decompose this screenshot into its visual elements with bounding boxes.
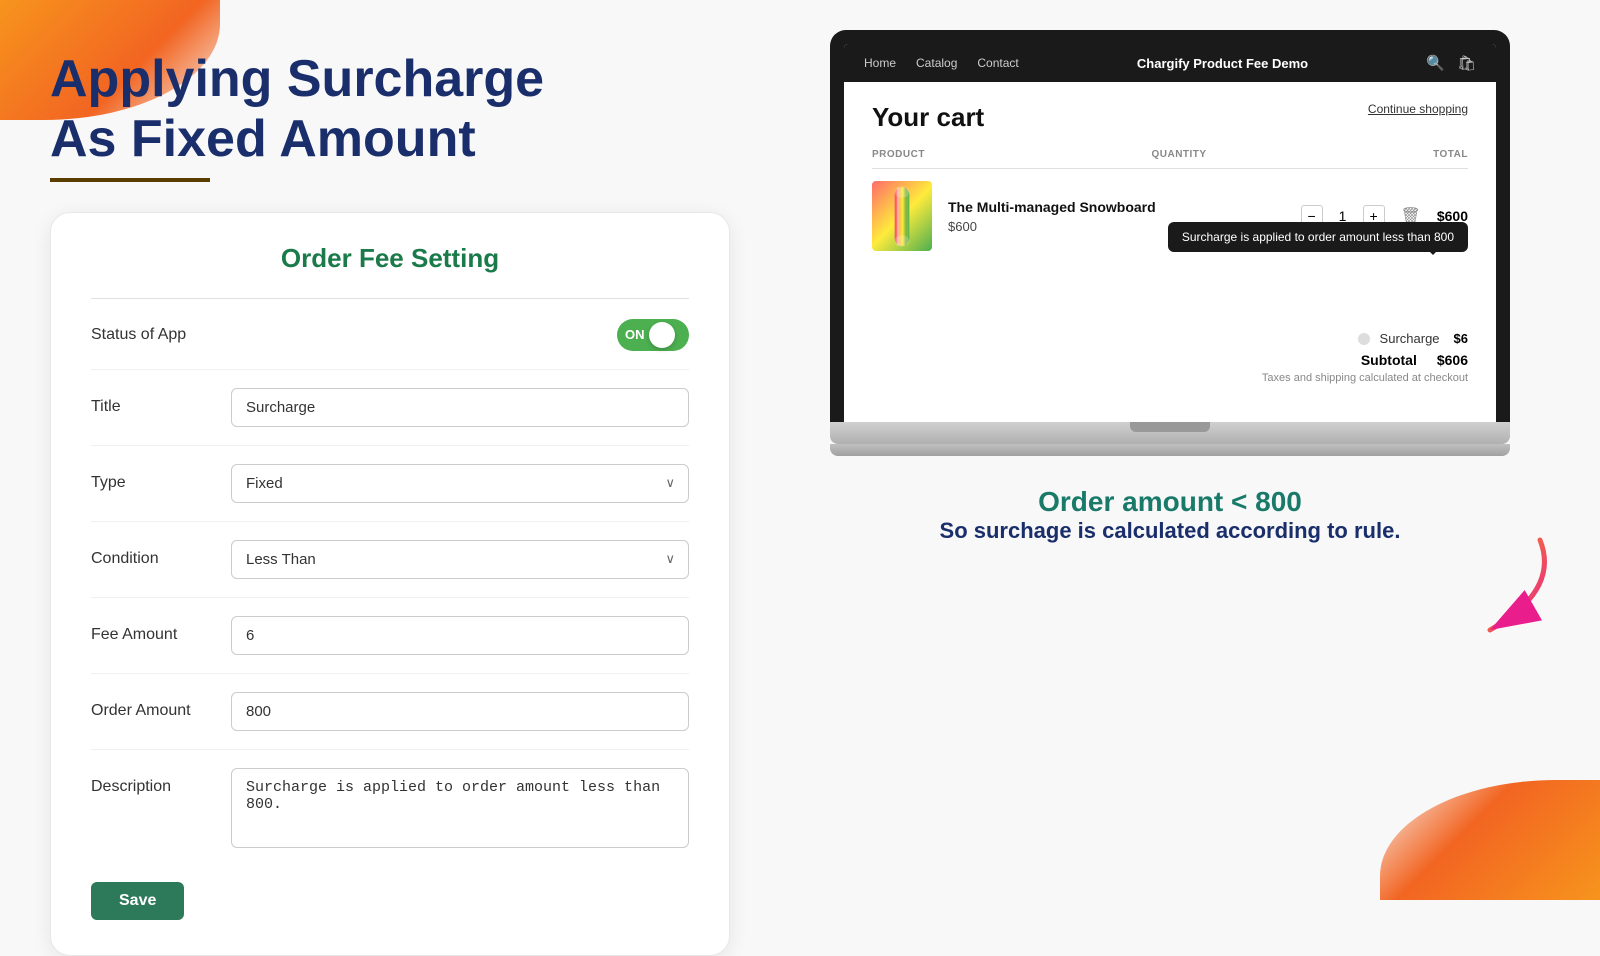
laptop-screen-outer: Home Catalog Contact Chargify Product Fe… <box>830 30 1510 422</box>
description-row: Description Surcharge is applied to orde… <box>91 768 689 866</box>
fee-amount-input[interactable] <box>231 616 689 655</box>
toggle-on-text: ON <box>625 327 645 342</box>
nav-link-home[interactable]: Home <box>864 56 896 70</box>
left-panel: Applying Surcharge As Fixed Amount Order… <box>50 40 730 860</box>
save-button[interactable]: Save <box>91 882 184 920</box>
search-icon[interactable]: 🔍 <box>1426 54 1445 72</box>
toggle-circle <box>649 322 675 348</box>
condition-label: Condition <box>91 540 231 568</box>
title-row: Title <box>91 388 689 446</box>
subtotal-label: Subtotal <box>1361 352 1417 368</box>
cart-header: Your cart Continue shopping <box>872 102 1468 133</box>
laptop-base <box>830 422 1510 444</box>
main-title-line2: As Fixed Amount <box>50 110 476 168</box>
laptop-notch <box>1130 422 1210 432</box>
form-card: Order Fee Setting Status of App ON Title… <box>50 212 730 956</box>
main-title: Applying Surcharge As Fixed Amount <box>50 50 730 170</box>
product-name: The Multi-managed Snowboard <box>948 199 1225 215</box>
col-total: TOTAL <box>1433 149 1468 160</box>
order-amount-label: Order Amount <box>91 692 231 720</box>
bottom-text-line1: Order amount < 800 <box>940 486 1401 518</box>
condition-select-wrapper: Less Than Greater Than Equal To <box>231 540 689 579</box>
title-underline <box>50 178 210 182</box>
product-image <box>872 181 932 251</box>
main-title-line1: Applying Surcharge <box>50 50 544 108</box>
bottom-text-line2: So surchage is calculated according to r… <box>940 518 1401 544</box>
nav-link-catalog[interactable]: Catalog <box>916 56 957 70</box>
condition-row: Condition Less Than Greater Than Equal T… <box>91 540 689 598</box>
status-row: Status of App ON <box>91 319 689 370</box>
laptop-foot <box>830 444 1510 456</box>
description-label: Description <box>91 768 231 796</box>
bottom-text-block: Order amount < 800 So surchage is calcul… <box>940 486 1401 544</box>
curved-arrow <box>1410 530 1570 655</box>
surcharge-line: Surcharge $6 <box>872 331 1468 346</box>
title-input[interactable] <box>231 388 689 427</box>
subtotal-value: $606 <box>1437 352 1468 368</box>
surcharge-amount: $6 <box>1454 331 1468 346</box>
cart-columns: PRODUCT QUANTITY TOTAL <box>872 149 1468 169</box>
fee-amount-label: Fee Amount <box>91 616 231 644</box>
cart-icon[interactable]: 🛍 <box>1457 54 1476 72</box>
type-row: Type Fixed Percentage <box>91 464 689 522</box>
store-content: Your cart Continue shopping PRODUCT QUAN… <box>844 82 1496 422</box>
type-label: Type <box>91 464 231 492</box>
tax-note: Taxes and shipping calculated at checkou… <box>872 372 1468 384</box>
col-quantity: QUANTITY <box>1151 149 1206 160</box>
main-title-block: Applying Surcharge As Fixed Amount <box>50 40 730 182</box>
status-label: Status of App <box>91 326 186 344</box>
col-product: PRODUCT <box>872 149 925 160</box>
surcharge-dot <box>1358 333 1370 345</box>
form-card-title: Order Fee Setting <box>91 243 689 274</box>
nav-link-contact[interactable]: Contact <box>977 56 1018 70</box>
subtotal-line: Subtotal $606 <box>872 352 1468 368</box>
laptop-mockup: Home Catalog Contact Chargify Product Fe… <box>830 30 1510 456</box>
fee-amount-row: Fee Amount <box>91 616 689 674</box>
cart-title: Your cart <box>872 102 984 133</box>
nav-icons: 🔍 🛍 <box>1426 54 1476 72</box>
form-divider <box>91 298 689 299</box>
type-select-wrapper: Fixed Percentage <box>231 464 689 503</box>
order-amount-row: Order Amount <box>91 692 689 750</box>
right-panel: Home Catalog Contact Chargify Product Fe… <box>790 40 1550 860</box>
cart-totals: Surcharge $6 Subtotal $606 Taxes and shi… <box>872 331 1468 384</box>
surcharge-name: Surcharge <box>1380 331 1440 346</box>
order-amount-input[interactable] <box>231 692 689 731</box>
nav-brand: Chargify Product Fee Demo <box>1039 56 1407 71</box>
laptop-screen-inner: Home Catalog Contact Chargify Product Fe… <box>844 44 1496 422</box>
description-textarea[interactable]: Surcharge is applied to order amount les… <box>231 768 689 848</box>
title-label: Title <box>91 388 231 416</box>
store-nav: Home Catalog Contact Chargify Product Fe… <box>844 44 1496 82</box>
type-select[interactable]: Fixed Percentage <box>231 464 689 503</box>
condition-select[interactable]: Less Than Greater Than Equal To <box>231 540 689 579</box>
status-toggle[interactable]: ON <box>617 319 689 351</box>
surcharge-tooltip: Surcharge is applied to order amount les… <box>1168 222 1468 252</box>
continue-shopping-link[interactable]: Continue shopping <box>1368 102 1468 116</box>
